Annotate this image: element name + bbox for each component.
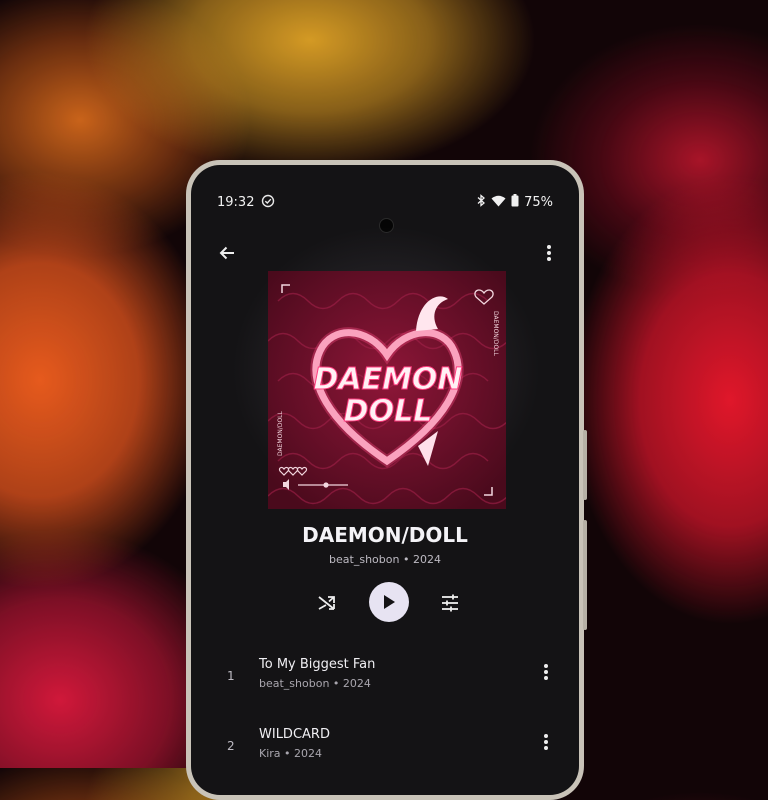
tune-icon — [442, 594, 458, 612]
album-cover: DAEMON DOLL DAEMON/DOLL DAEMON/DOLL — [268, 271, 506, 509]
album-title: DAEMON/DOLL — [302, 523, 468, 547]
track-artist-year: beat_shobon • 2024 — [259, 677, 371, 690]
power-button — [583, 430, 587, 500]
more-vertical-icon — [544, 664, 548, 680]
volume-button — [583, 520, 587, 630]
equalizer-button[interactable] — [436, 589, 464, 617]
track-more-button[interactable] — [543, 733, 549, 755]
play-button[interactable] — [369, 582, 409, 622]
battery-level: 75% — [524, 195, 553, 210]
phone-frame: 19:32 75% DAEMON DOLL DAEMON/DOLL DAEMON… — [186, 160, 587, 800]
track-row[interactable]: 2 WILDCARD Kira • 2024 — [191, 723, 579, 773]
track-row[interactable]: 1 To My Biggest Fan beat_shobon • 2024 — [191, 653, 579, 703]
more-vertical-icon — [547, 245, 551, 261]
more-vertical-icon — [544, 734, 548, 750]
svg-text:DAEMON: DAEMON — [313, 362, 462, 397]
track-number: 1 — [227, 669, 235, 683]
track-title: To My Biggest Fan — [259, 657, 376, 672]
track-artist-year: Kira • 2024 — [259, 747, 323, 760]
svg-text:DAEMON/DOLL: DAEMON/DOLL — [492, 311, 499, 357]
track-title: WILDCARD — [259, 727, 330, 742]
shuffle-icon — [318, 596, 335, 610]
wifi-icon — [491, 195, 506, 211]
battery-icon — [511, 194, 519, 211]
track-more-button[interactable] — [543, 663, 549, 685]
shuffle-button[interactable] — [313, 589, 341, 617]
bluetooth-icon — [476, 194, 486, 211]
track-number: 2 — [227, 739, 235, 753]
status-time: 19:32 — [217, 195, 255, 210]
svg-text:DAEMON/DOLL: DAEMON/DOLL — [277, 410, 284, 456]
svg-text:DOLL: DOLL — [344, 394, 433, 429]
app-screen: 19:32 75% DAEMON DOLL DAEMON/DOLL DAEMON… — [191, 165, 579, 795]
play-icon — [384, 595, 395, 609]
status-bar: 19:32 75% — [191, 193, 579, 233]
album-subtitle: beat_shobon • 2024 — [329, 553, 441, 566]
check-circle-icon — [261, 194, 275, 212]
